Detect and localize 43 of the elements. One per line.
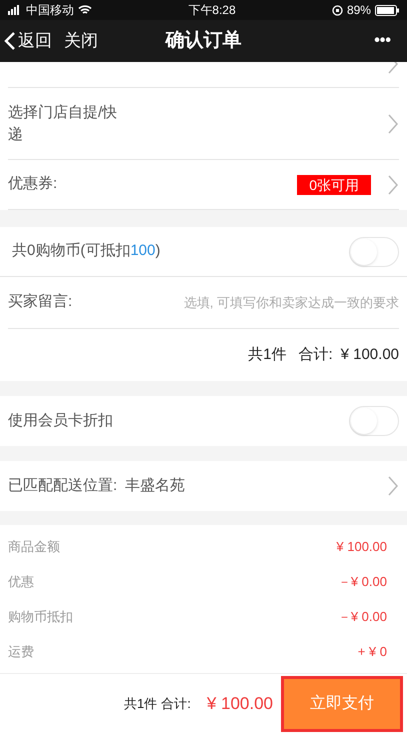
summary-value: + ¥ 0 <box>358 642 387 661</box>
carrier-name: 中国移动 <box>26 2 74 19</box>
signal-icon <box>8 5 22 15</box>
list-row[interactable]: 已匹配配送位置: 丰盛名苑 <box>0 461 407 511</box>
status-time: 下午8:28 <box>188 2 236 19</box>
row-label: 选择门店自提/快递 <box>8 102 118 144</box>
summary-value: －¥ 0.00 <box>338 572 387 591</box>
total-label: 合计: <box>161 695 191 714</box>
item-count: 共1件 <box>248 344 286 365</box>
chevron-right-icon <box>387 174 399 196</box>
close-button[interactable]: 关闭 <box>64 28 98 54</box>
summary-label: 商品金额 <box>8 538 60 556</box>
summary-label: 优惠 <box>8 572 34 591</box>
toggle-switch[interactable] <box>349 406 399 436</box>
toggle-switch[interactable] <box>349 236 399 267</box>
wifi-icon <box>78 5 92 15</box>
item-count: 共1件 <box>124 695 158 714</box>
total-amount: ¥ 100.00 <box>206 693 273 716</box>
coupon-badge: 0张可用 <box>297 174 371 194</box>
page-title: 确认订单 <box>166 28 242 53</box>
battery-percent: 89% <box>346 2 371 19</box>
total-label: 合计: <box>298 344 333 365</box>
list-row[interactable]: 优惠券: 0张可用 <box>8 160 399 210</box>
total-amount: ¥ 100.00 <box>340 344 399 365</box>
row-label: 使用会员卡折扣 <box>8 410 113 431</box>
chevron-right-icon <box>387 112 399 134</box>
lock-rotation-icon <box>332 4 343 16</box>
row-label: 优惠券: <box>8 174 58 194</box>
coins-label: 共0购物币(可抵扣100) <box>12 241 160 262</box>
back-button[interactable]: 返回 <box>4 28 52 54</box>
row-label: 买家留言: <box>8 292 72 312</box>
more-button[interactable]: ••• <box>374 29 391 53</box>
summary-value: －¥ 0.00 <box>338 608 387 626</box>
chevron-left-icon <box>4 31 16 51</box>
chevron-right-icon <box>387 474 399 497</box>
battery-icon <box>374 4 399 16</box>
summary-label: 购物币抵扣 <box>8 608 73 626</box>
row-label: 已匹配配送位置: <box>8 476 118 496</box>
row-value: 丰盛名苑 <box>125 476 186 496</box>
list-row[interactable]: 选择门店自提/快递 <box>8 88 399 160</box>
summary-label: 运费 <box>8 642 34 661</box>
summary-value: ¥ 100.00 <box>336 538 387 556</box>
message-field[interactable]: 选填, 可填写你和卖家达成一致的要求 <box>159 292 399 312</box>
